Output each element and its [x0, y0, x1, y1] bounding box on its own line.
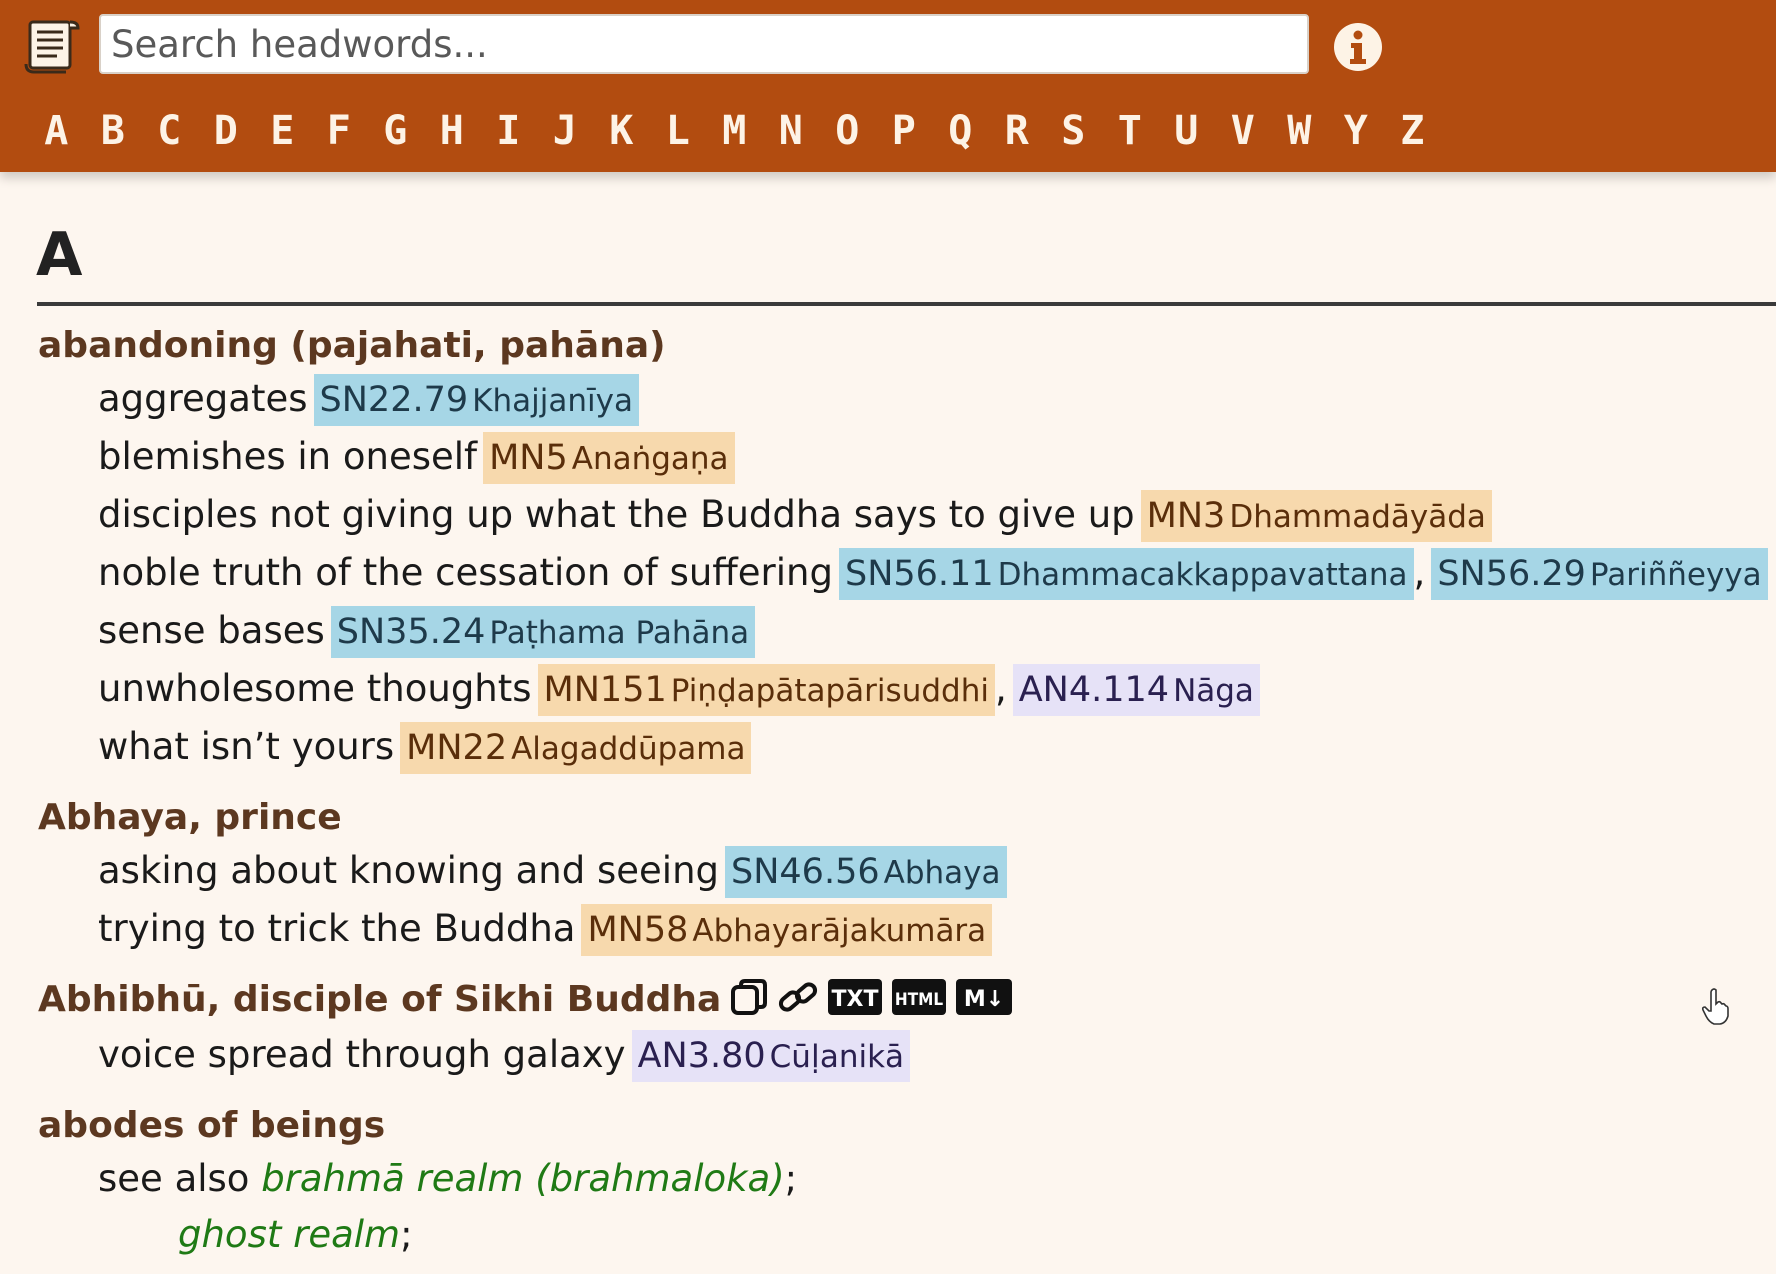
see-also-link[interactable]: ghost realm — [178, 1213, 400, 1256]
sutta-ref-link[interactable]: SN22.79 Khajjanīya — [313, 374, 639, 426]
sutta-name: Khajjanīya — [472, 383, 633, 419]
see-also-link[interactable]: brahmā realm (brahmaloka) — [261, 1157, 784, 1200]
sub-entry: sense bases SN35.24 Paṭhama Pahāna — [98, 606, 756, 658]
see-also-line: ghost realm; — [178, 1210, 413, 1260]
sub-entry-text: asking about knowing and seeing — [98, 849, 720, 892]
headword: Abhaya, prince — [38, 797, 342, 838]
sutta-ref-link[interactable]: SN35.24 Paṭhama Pahāna — [330, 606, 756, 658]
sutta-name: Alagaddūpama — [511, 731, 746, 767]
sutta-code: AN3.80 — [637, 1036, 766, 1076]
sutta-ref-link[interactable]: MN22 Alagaddūpama — [400, 722, 752, 774]
sub-entry-text: aggregates — [98, 377, 308, 420]
sutta-code: SN22.79 — [319, 380, 469, 420]
sutta-name: Dhammadāyāda — [1229, 499, 1486, 535]
sub-entry-text: sense bases — [98, 609, 325, 652]
sutta-ref-link[interactable]: SN56.11 Dhammacakkappavattana — [838, 548, 1414, 600]
sutta-ref-link[interactable]: AN3.80 Cūḷanikā — [631, 1030, 911, 1082]
sub-entry: voice spread through galaxy AN3.80 Cūḷanik… — [98, 1030, 911, 1082]
link-icon[interactable] — [777, 977, 819, 1017]
sutta-ref-link[interactable]: MN5 Anaṅgaṇa — [483, 432, 735, 484]
sub-entry-text: noble truth of the cessation of sufferin… — [98, 551, 833, 594]
html-icon[interactable]: HTML — [891, 978, 947, 1016]
sutta-code: MN22 — [406, 728, 508, 768]
sub-entry-text: blemishes in oneself — [98, 435, 478, 478]
sub-entry-text: what isn’t yours — [98, 725, 395, 768]
headword: abodes of beings — [38, 1105, 386, 1146]
sutta-name: Piṇḍapātapārisuddhi — [670, 673, 989, 709]
headword-abhibhu: Abhibhū, disciple of Sikhi Buddha TXT HT… — [38, 976, 1013, 1024]
sutta-name: Pariññeyya — [1589, 557, 1762, 593]
sutta-name: Anaṅgaṇa — [571, 441, 729, 477]
sutta-name: Cūḷanikā — [769, 1039, 905, 1075]
sutta-code: MN151 — [543, 670, 667, 710]
sub-entry-text: unwholesome thoughts — [98, 667, 532, 710]
sutta-code: SN56.11 — [844, 554, 994, 594]
headword-label: Abhibhū, disciple of Sikhi Buddha — [38, 979, 722, 1020]
ref-separator: , — [1413, 551, 1426, 594]
sub-entry: trying to trick the Buddha MN58 Abhayarāja… — [98, 904, 993, 956]
copy-icon[interactable] — [729, 977, 769, 1017]
sub-entry: unwholesome thoughts MN151 Piṇḍapātapārisu… — [98, 664, 1260, 716]
separator: ; — [400, 1213, 413, 1256]
sub-entry-text: disciples not giving up what the Buddha … — [98, 493, 1135, 536]
markdown-icon[interactable]: M↓ — [955, 978, 1013, 1016]
sutta-name: Dhammacakkappavattana — [997, 557, 1408, 593]
sutta-code: MN5 — [489, 438, 568, 478]
headword-tools: TXT HTML M↓ — [729, 977, 1013, 1017]
sub-entry-text: trying to trick the Buddha — [98, 907, 576, 950]
ref-separator: , — [994, 667, 1007, 710]
sub-entry: disciples not giving up what the Buddha … — [98, 490, 1492, 542]
sub-entry: asking about knowing and seeing SN46.56 Ab… — [98, 846, 1007, 898]
sutta-ref-link[interactable]: AN4.114 Nāga — [1012, 664, 1260, 716]
svg-text:M↓: M↓ — [964, 987, 1004, 1012]
sutta-name: Abhayarājakumāra — [692, 913, 987, 949]
hand-cursor-icon — [1701, 988, 1729, 1025]
sutta-name: Paṭhama Pahāna — [489, 615, 750, 651]
see-also-line: see also brahmā realm (brahmaloka); — [98, 1154, 797, 1204]
separator: ; — [784, 1157, 798, 1200]
sub-entry: noble truth of the cessation of sufferin… — [98, 548, 1768, 600]
see-also-label: see also — [98, 1157, 250, 1200]
txt-icon[interactable]: TXT — [827, 978, 883, 1016]
sub-entry: what isn’t yours MN22 Alagaddūpama — [98, 722, 752, 774]
sutta-code: AN4.114 — [1018, 670, 1170, 710]
sub-entry: aggregates SN22.79 Khajjanīya — [98, 374, 639, 426]
sutta-code: SN56.29 — [1437, 554, 1586, 594]
sutta-ref-link[interactable]: MN3 Dhammadāyāda — [1140, 490, 1492, 542]
sutta-code: MN3 — [1146, 496, 1226, 536]
sub-entry-text: voice spread through galaxy — [98, 1033, 626, 1076]
svg-text:HTML: HTML — [895, 990, 943, 1010]
sutta-ref-link[interactable]: SN46.56 Abhaya — [725, 846, 1007, 898]
sutta-ref-link[interactable]: MN151 Piṇḍapātapārisuddhi — [537, 664, 995, 716]
sutta-code: SN35.24 — [336, 612, 486, 652]
sutta-code: SN46.56 — [731, 852, 880, 892]
headword: abandoning (pajahati, pahāna) — [38, 325, 666, 366]
sutta-ref-link[interactable]: MN58 Abhayarājakumāra — [581, 904, 993, 956]
svg-text:TXT: TXT — [832, 987, 879, 1012]
sub-entry: blemishes in oneself MN5 Anaṅgaṇa — [98, 432, 735, 484]
sutta-name: Abhaya — [883, 855, 1001, 891]
index-content: abandoning (pajahati, pahāna) aggregates… — [0, 0, 1776, 1274]
sutta-name: Nāga — [1173, 673, 1254, 709]
sutta-ref-link[interactable]: SN56.29 Pariññeyya — [1431, 548, 1768, 600]
sutta-code: MN58 — [587, 910, 689, 950]
